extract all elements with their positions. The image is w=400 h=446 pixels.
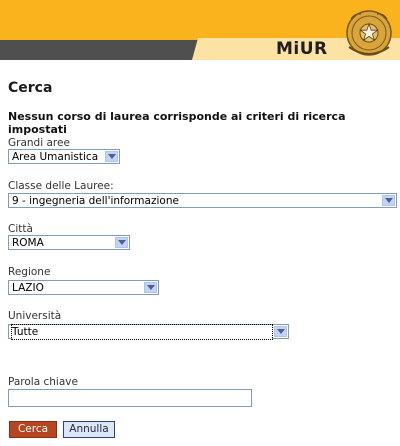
chevron-down-icon[interactable] xyxy=(115,237,128,248)
classe-lauree-select[interactable]: 9 - ingegneria dell'informazione xyxy=(8,193,397,208)
classe-lauree-value: 9 - ingegneria dell'informazione xyxy=(12,195,179,207)
site-header: MiUR xyxy=(0,0,400,60)
grandi-aree-select[interactable]: Area Umanistica xyxy=(8,149,120,164)
cerca-button[interactable]: Cerca xyxy=(9,421,57,438)
citta-select[interactable]: ROMA xyxy=(8,235,130,250)
parola-chiave-label: Parola chiave xyxy=(8,376,78,388)
chevron-down-icon[interactable] xyxy=(382,195,395,206)
universita-value: Tutte xyxy=(11,324,273,340)
regione-select[interactable]: LAZIO xyxy=(8,280,159,295)
regione-value: LAZIO xyxy=(12,282,44,294)
regione-label: Regione xyxy=(8,266,51,278)
parola-chiave-input[interactable] xyxy=(8,389,252,407)
citta-label: Città xyxy=(8,223,33,235)
no-results-message: Nessun corso di laurea corrisponde ai cr… xyxy=(8,110,346,136)
annulla-button[interactable]: Annulla xyxy=(63,421,115,438)
chevron-down-icon[interactable] xyxy=(144,282,157,293)
chevron-down-icon[interactable] xyxy=(274,326,287,337)
citta-value: ROMA xyxy=(12,237,44,249)
universita-label: Università xyxy=(8,310,62,322)
classe-lauree-label: Classe delle Lauree: xyxy=(8,180,114,192)
grandi-aree-value: Area Umanistica xyxy=(12,151,99,163)
universita-select[interactable]: Tutte xyxy=(8,324,289,340)
italian-republic-emblem-icon xyxy=(346,10,392,56)
miur-logo[interactable]: MiUR xyxy=(276,38,328,60)
grandi-aree-label: Grandi aree xyxy=(8,137,70,149)
page-title: Cerca xyxy=(8,80,53,96)
chevron-down-icon[interactable] xyxy=(105,151,118,162)
